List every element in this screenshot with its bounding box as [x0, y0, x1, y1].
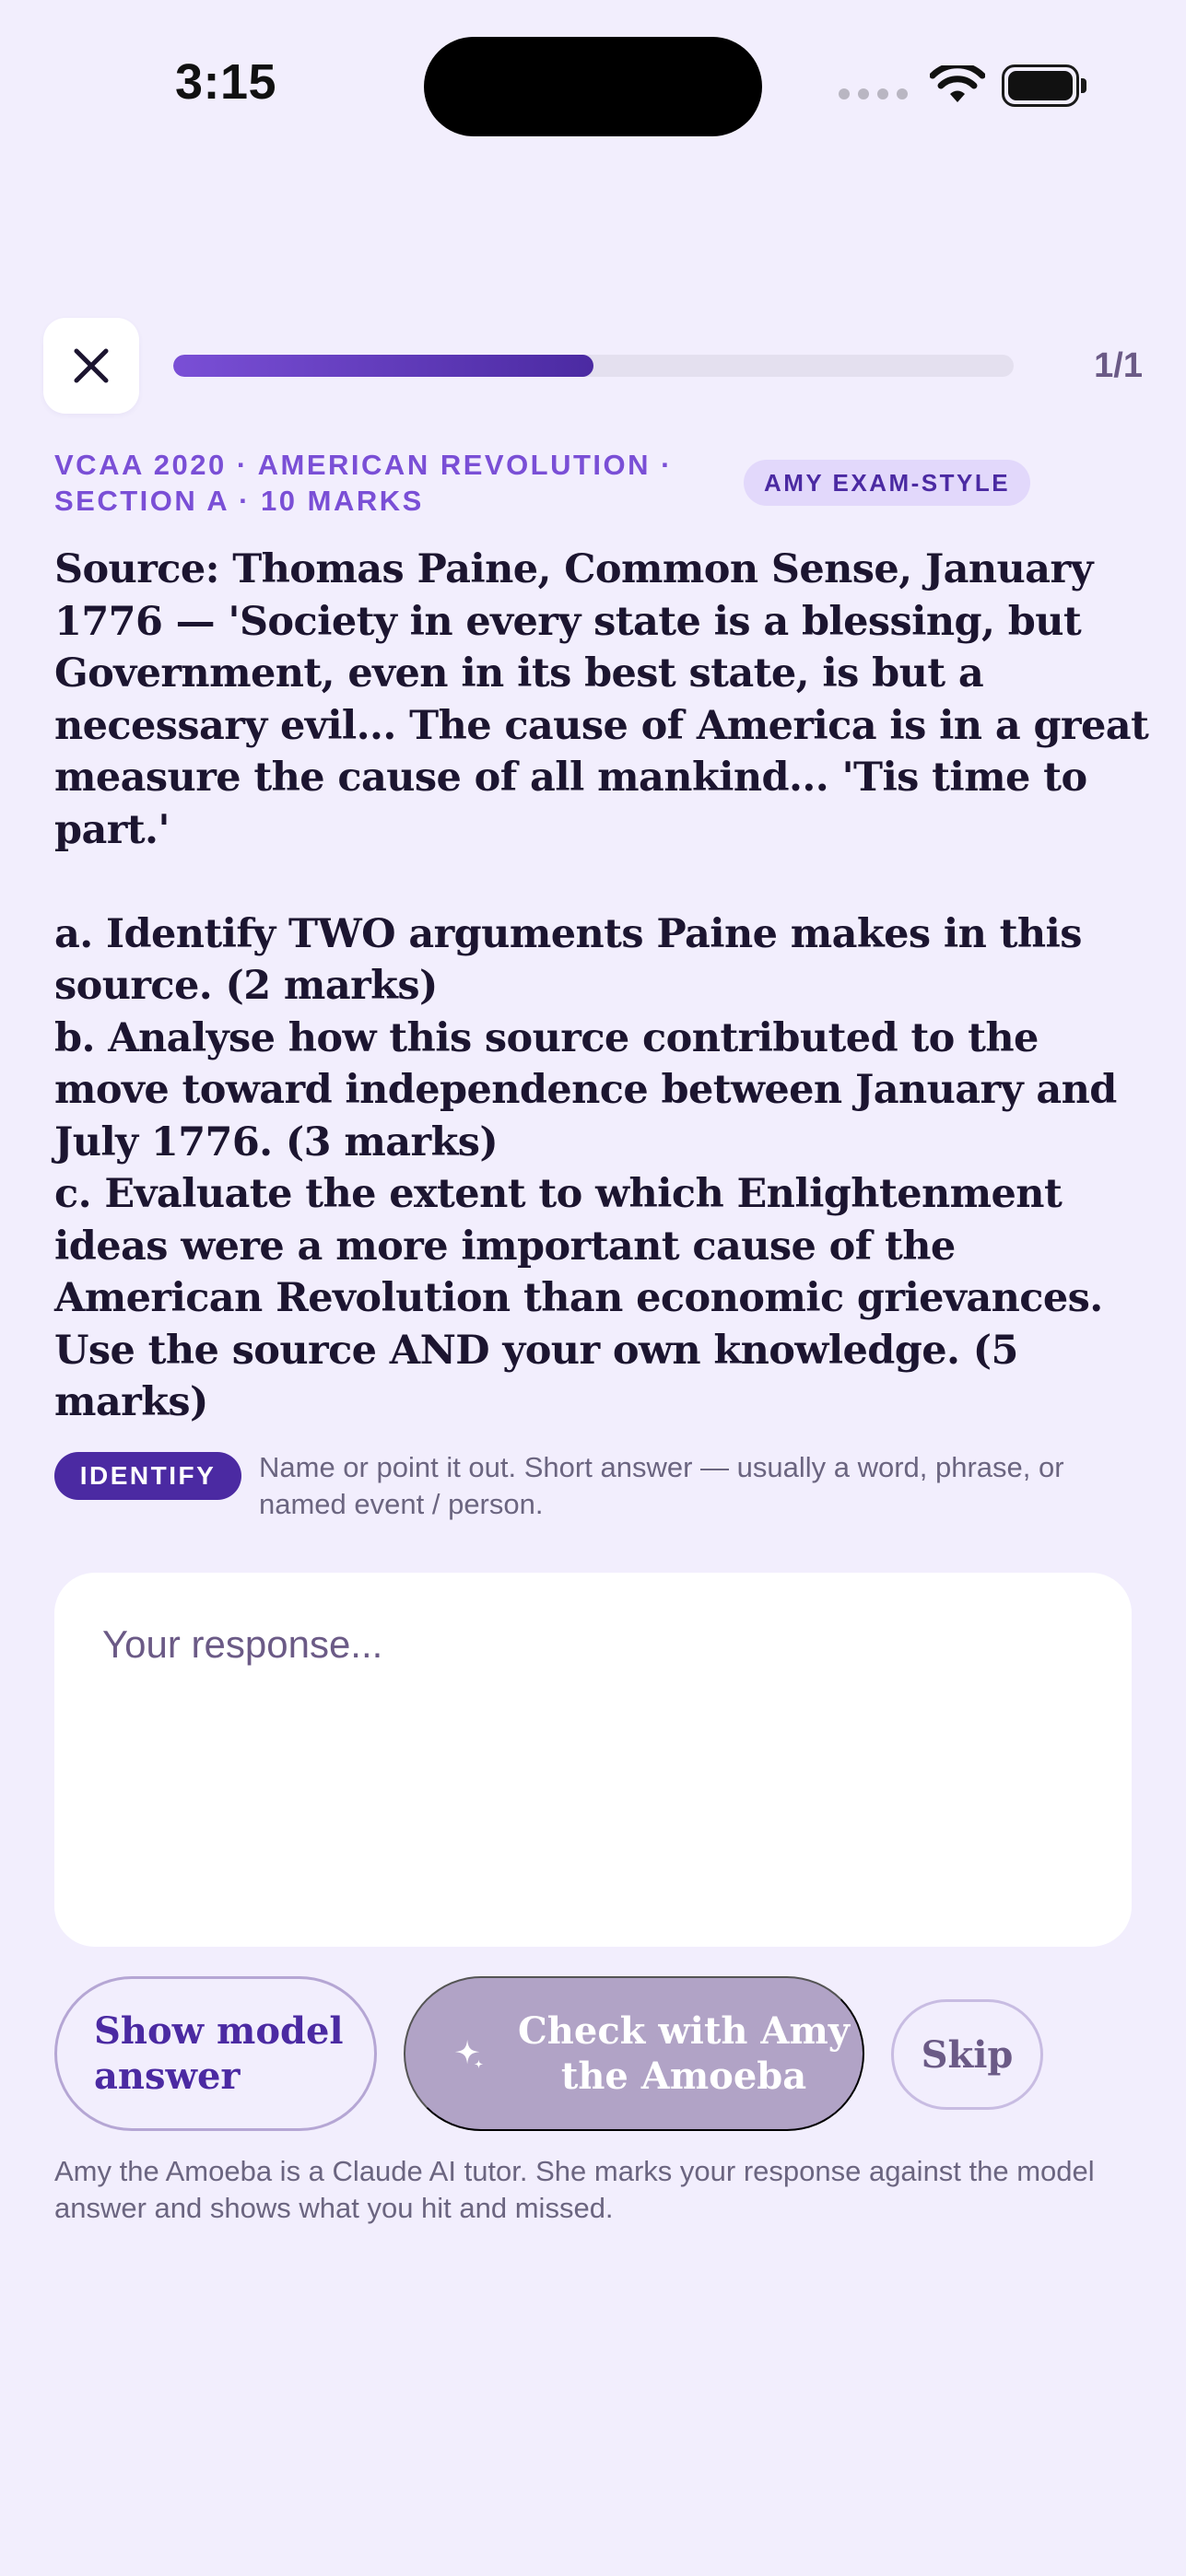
show-model-answer-button[interactable]: Show model answer	[54, 1976, 377, 2131]
close-icon	[74, 348, 109, 383]
skip-label: Skip	[921, 2032, 1014, 2077]
question-meta: VCAA 2020 · AMERICAN REVOLUTION · SECTIO…	[54, 449, 673, 517]
show-model-answer-label: Show model answer	[94, 2009, 344, 2098]
command-term-description: Name or point it out. Short answer — usu…	[259, 1451, 1064, 1520]
progress-bar	[173, 355, 1014, 377]
sparkle-icon	[454, 2039, 484, 2069]
status-time: 3:15	[175, 54, 277, 110]
dynamic-island	[424, 37, 762, 136]
command-term-badge: IDENTIFY	[54, 1452, 241, 1500]
progress-count: 1/1	[1094, 346, 1143, 385]
question-text: Source: Thomas Paine, Common Sense, Janu…	[54, 546, 1149, 1425]
skip-button[interactable]: Skip	[891, 1999, 1043, 2110]
cellular-signal-icon	[839, 88, 908, 100]
status-icons	[839, 64, 1086, 107]
check-with-amy-label: Check with Amy the Amoeba	[517, 2009, 851, 2098]
progress-bar-fill	[173, 355, 593, 377]
battery-icon	[1002, 64, 1086, 107]
tutor-footnote: Amy the Amoeba is a Claude AI tutor. She…	[54, 2155, 1095, 2224]
response-box	[54, 1573, 1132, 1947]
exam-style-badge: AMY EXAM-STYLE	[744, 460, 1031, 506]
response-input[interactable]	[54, 1573, 1132, 1947]
wifi-icon	[930, 65, 985, 102]
close-button[interactable]	[43, 318, 139, 414]
check-with-amy-button[interactable]: Check with Amy the Amoeba	[404, 1976, 864, 2131]
